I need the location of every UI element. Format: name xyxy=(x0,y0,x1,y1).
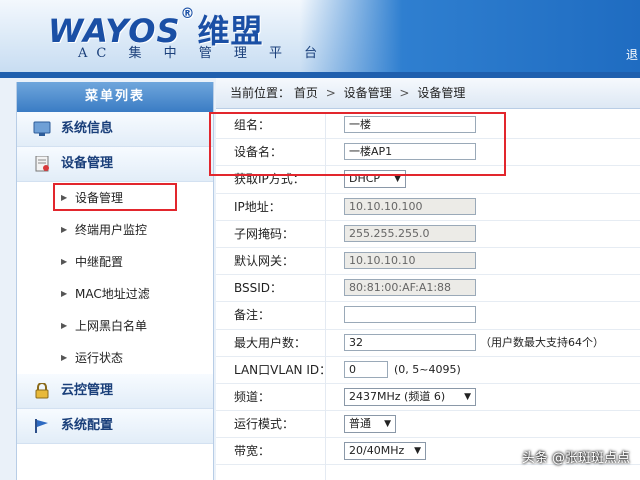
lan-vlan-label: LAN口VLAN ID： xyxy=(234,362,332,377)
lan-vlan-input[interactable]: 0 xyxy=(344,360,388,378)
sidebar-item-label: 设备管理 xyxy=(61,156,114,171)
watermark: 头条 @张斑斑点点 xyxy=(521,451,630,466)
header-link[interactable]: 退 xyxy=(626,46,638,63)
sidebar-item-label: 云控管理 xyxy=(61,383,114,398)
form-row-bssid: BSSID： 80:81:00:AF:A1:88 xyxy=(216,275,640,303)
note-input[interactable] xyxy=(344,306,476,324)
menu-title: 菜单列表 xyxy=(17,82,213,112)
document-icon xyxy=(35,156,49,172)
breadcrumb-home[interactable]: 首页 xyxy=(294,86,318,100)
sidebar-subitem-label: MAC地址过滤 xyxy=(75,287,150,301)
form-row-ip-address: IP地址： 10.10.10.100 xyxy=(216,194,640,221)
run-mode-value: 普通 xyxy=(349,417,371,431)
sidebar-subitem-label: 中继配置 xyxy=(75,255,124,269)
sidebar-item-system-info[interactable]: 系统信息 xyxy=(17,112,213,147)
gateway-label: 默认网关： xyxy=(234,253,295,268)
monitor-icon xyxy=(33,121,51,136)
form-row-note: 备注： xyxy=(216,302,640,330)
run-mode-label: 运行模式： xyxy=(234,417,295,432)
flag-icon xyxy=(35,419,48,433)
bullet-arrow-icon: ▶ xyxy=(61,289,68,298)
bandwidth-value: 20/40MHz xyxy=(349,444,405,458)
chevron-down-icon: ▼ xyxy=(384,419,391,430)
breadcrumb-prefix: 当前位置： xyxy=(230,86,291,100)
sidebar-subitem-terminal-monitor[interactable]: ▶ 终端用户监控 xyxy=(17,214,213,246)
max-users-hint: （用户数最大支持64个） xyxy=(480,335,604,349)
channel-select[interactable]: 2437MHz (频道 6) ▼ xyxy=(344,387,476,406)
bullet-arrow-icon: ▶ xyxy=(61,193,68,202)
platform-subtitle: AC 集 中 管 理 平 台 xyxy=(78,46,327,61)
lock-icon xyxy=(35,383,49,399)
max-users-label: 最大用户数： xyxy=(234,335,307,350)
sidebar-item-system-config[interactable]: 系统配置 xyxy=(17,409,213,444)
max-users-input[interactable]: 32 xyxy=(344,333,476,351)
sidebar-subitem-label: 上网黑白名单 xyxy=(75,319,148,333)
bullet-arrow-icon: ▶ xyxy=(61,257,68,266)
lan-vlan-hint: (0, 5~4095) xyxy=(394,362,461,376)
sidebar-subitem-mac-filter[interactable]: ▶ MAC地址过滤 xyxy=(17,278,213,310)
bssid-label: BSSID： xyxy=(234,281,283,296)
sidebar-subitem-label: 终端用户监控 xyxy=(75,223,148,237)
run-mode-select[interactable]: 普通 ▼ xyxy=(344,415,396,434)
bandwidth-select[interactable]: 20/40MHz ▼ xyxy=(344,442,426,461)
ip-address-label: IP地址： xyxy=(234,199,281,214)
sidebar-item-cloud-control[interactable]: 云控管理 xyxy=(17,374,213,409)
form-row-subnet-mask: 子网掩码： 255.255.255.0 xyxy=(216,221,640,248)
bullet-arrow-icon: ▶ xyxy=(61,321,68,330)
sidebar: 菜单列表 系统信息 设备管理 ▶ 设备管理 ▶ 终端用户监控 ▶ 中继配置 ▶ … xyxy=(0,78,216,480)
form-row-gateway: 默认网关： 10.10.10.10 xyxy=(216,248,640,276)
breadcrumb-separator: > xyxy=(325,86,336,100)
menu-panel: 菜单列表 系统信息 设备管理 ▶ 设备管理 ▶ 终端用户监控 ▶ 中继配置 ▶ … xyxy=(16,82,214,480)
form-row-max-users: 最大用户数： 32 （用户数最大支持64个） xyxy=(216,330,640,357)
form-row-channel: 频道： 2437MHz (频道 6) ▼ xyxy=(216,384,640,412)
sidebar-item-label: 系统信息 xyxy=(61,121,114,136)
gateway-input[interactable]: 10.10.10.10 xyxy=(344,251,476,269)
sidebar-subitem-access-list[interactable]: ▶ 上网黑白名单 xyxy=(17,310,213,342)
breadcrumb-separator: > xyxy=(399,86,410,100)
bullet-arrow-icon: ▶ xyxy=(61,225,68,234)
note-label: 备注： xyxy=(234,308,271,323)
sidebar-subitem-label: 设备管理 xyxy=(75,191,124,205)
sidebar-subitem-device-management[interactable]: ▶ 设备管理 xyxy=(17,182,213,214)
breadcrumb: 当前位置： 首页 > 设备管理 > 设备管理 xyxy=(216,78,640,109)
chevron-down-icon: ▼ xyxy=(414,446,421,457)
sidebar-subitem-run-status[interactable]: ▶ 运行状态 xyxy=(17,342,213,374)
subnet-mask-label: 子网掩码： xyxy=(234,226,295,241)
header-banner xyxy=(300,0,640,72)
bssid-input[interactable]: 80:81:00:AF:A1:88 xyxy=(344,279,476,297)
breadcrumb-current: 设备管理 xyxy=(417,86,466,100)
sidebar-subitem-relay-config[interactable]: ▶ 中继配置 xyxy=(17,246,213,278)
sidebar-item-device-management[interactable]: 设备管理 xyxy=(17,147,213,182)
subnet-mask-input[interactable]: 255.255.255.0 xyxy=(344,224,476,242)
sidebar-item-label: 系统配置 xyxy=(61,418,114,433)
highlight-box xyxy=(209,112,506,176)
brand-registered-mark: ® xyxy=(180,6,196,22)
header: WAYOS®维盟 AC 集 中 管 理 平 台 退 xyxy=(0,0,640,72)
channel-value: 2437MHz (频道 6) xyxy=(349,389,446,403)
sidebar-subitem-label: 运行状态 xyxy=(75,351,124,365)
form-row-lan-vlan: LAN口VLAN ID： 0 (0, 5~4095) xyxy=(216,357,640,384)
channel-label: 频道： xyxy=(234,389,271,404)
bullet-arrow-icon: ▶ xyxy=(61,353,68,362)
chevron-down-icon: ▼ xyxy=(464,391,471,402)
ip-address-input[interactable]: 10.10.10.100 xyxy=(344,197,476,215)
form-row-run-mode: 运行模式： 普通 ▼ xyxy=(216,411,640,439)
breadcrumb-section[interactable]: 设备管理 xyxy=(344,86,392,100)
bandwidth-label: 带宽： xyxy=(234,444,271,459)
